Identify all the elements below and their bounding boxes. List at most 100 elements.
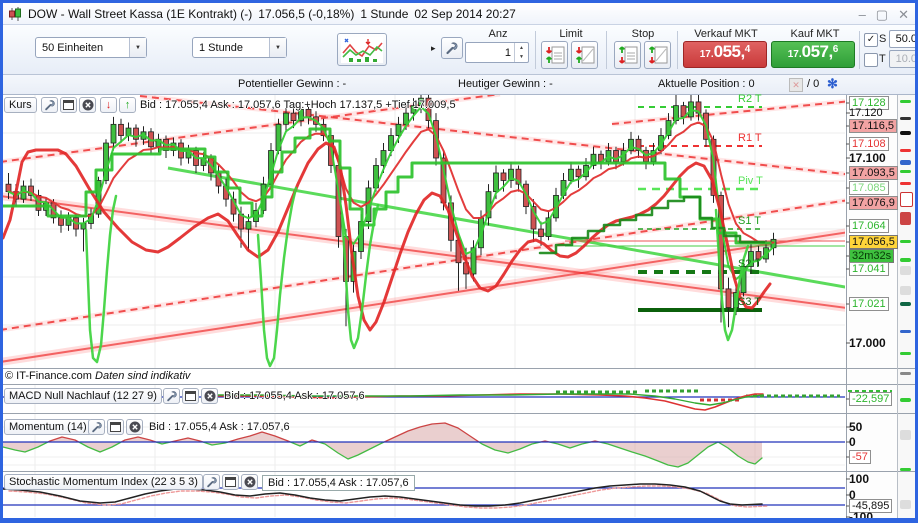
window-quote: 17.056,5 (-0,18%) [258,6,355,21]
price-axis-label: 17.100 [849,151,886,165]
copyright-note: © IT-Finance.com Daten sind indikativ [5,370,191,382]
macd-settings-button[interactable] [163,388,180,404]
price-axis-label: 17.120 [849,107,883,119]
stop-buy-order-button[interactable] [614,41,641,69]
timeframe-dropdown[interactable]: 1 Stunde ▼ [192,37,287,58]
close-icon [204,390,215,402]
momentum-close-button[interactable] [126,419,143,435]
overview-strip-mark [900,240,911,243]
overview-strip-mark [900,266,911,275]
window-icon [185,391,196,401]
window-title: DOW - Wall Street Kassa (1E Kontrakt) (-… [28,6,253,21]
price-axis-label: 17.041 [849,262,889,276]
settings-wrench-button[interactable] [441,37,463,59]
overview-strip-mark [900,302,911,306]
toolbar-separator [606,31,607,69]
chevron-down-icon: ▼ [129,38,146,57]
qty-label: Anz [488,28,508,40]
overview-strip-mark [900,160,911,165]
macd-pane-title-chip[interactable]: MACD Null Nachlauf (12 27 9) [4,388,162,404]
take-profit-checkbox[interactable] [864,53,878,67]
limit-sell-order-icon [575,46,594,64]
price-axis-label: 17.000 [849,336,886,350]
wrench-icon [44,100,55,111]
stop-loss-value-stepper[interactable]: 50.0 ▲ ▼ [889,30,918,48]
buy-mkt-label: Kauf MKT [790,28,840,40]
buy-market-button[interactable]: 17. 057, 6 [771,41,855,68]
stop-loss-checkbox[interactable]: ✓ [864,33,878,47]
price-pane-title-chip[interactable]: Kurs [4,97,37,113]
limit-buy-order-button[interactable] [541,41,568,69]
stoch-settings-button[interactable] [203,474,220,490]
window-icon [110,422,121,432]
overview-strip-mark [900,372,911,375]
take-profit-checkbox-label: T [879,53,886,65]
stoch-close-button[interactable] [241,474,258,490]
close-button[interactable]: ✕ [898,8,909,21]
price-axis-label: 17.085 [849,181,889,195]
close-position-disabled-icon: ✕ [789,78,803,92]
momentum-pane-title-chip[interactable]: Momentum (14) [4,419,92,435]
momentum-detach-button[interactable] [107,419,124,435]
titlebar[interactable]: DOW - Wall Street Kassa (1E Kontrakt) (-… [3,3,915,25]
spin-up-icon[interactable]: ▲ [515,43,528,53]
macd-detach-button[interactable] [182,388,199,404]
macd-close-button[interactable] [201,388,218,404]
stop-sell-order-icon [648,46,667,64]
wrench-icon [446,42,458,55]
stoch-pane-title-chip[interactable]: Stochastic Momentum Index (22 3 5 3) [4,474,203,490]
sell-market-button[interactable]: 17. 055, 4 [683,41,767,68]
wrench-icon [206,477,217,488]
stop-sell-order-button[interactable] [644,41,671,69]
price-axis-label: 17.021 [849,297,889,311]
indicator-scale-label: -57 [849,450,871,464]
wrench-icon [91,422,102,433]
arrow-up-icon: ↑ [124,99,131,111]
window-icon [63,100,74,110]
overview-strip-mark [900,100,911,103]
momentum-settings-button[interactable] [88,419,105,435]
chevron-down-icon: ▼ [269,38,286,57]
indicator-scale-label: 0 [849,435,856,449]
chart-style-button[interactable] [337,33,387,66]
sell-arrow-button[interactable]: ↓ [100,97,117,113]
mini-chart-icon [341,36,383,63]
spin-down-icon[interactable]: ▼ [515,53,528,63]
overview-strip-mark [900,352,911,355]
stoch-detach-button[interactable] [222,474,239,490]
price-pane-detach-button[interactable] [60,97,77,113]
stop-buy-order-icon [618,46,637,64]
limit-sell-order-button[interactable] [571,41,598,69]
take-profit-value-stepper: 10.0 ▲ ▼ [889,50,918,68]
maximize-button[interactable]: ▢ [876,8,888,21]
window-controls: – ▢ ✕ [859,3,909,25]
overview-strip-mark [900,500,911,509]
price-pane-settings-button[interactable] [41,97,58,113]
indicator-scale-label: -22,597 [849,392,893,406]
close-icon [129,421,140,433]
price-axis-label: 17.076,9 [849,196,898,210]
stop-label: Stop [631,28,655,40]
buy-arrow-button[interactable]: ↑ [119,97,136,113]
pivot-line-label: Piv T [738,175,763,187]
pivot-line-label: S2 T [738,258,762,270]
price-pane-close-button[interactable] [79,97,96,113]
window-datetime: 02 Sep 2014 20:27 [414,6,516,21]
overview-strip-mark [900,117,911,120]
account-info-bar: Potentieller Gewinn : - Heutiger Gewinn … [3,75,915,95]
close-icon [244,476,255,488]
spinner-arrows[interactable]: ▲ ▼ [514,43,528,62]
quantity-stepper[interactable]: 1 ▲ ▼ [465,42,529,63]
overview-strip-mark [900,212,911,225]
indicator-scale-label: 100 [849,472,870,486]
units-dropdown[interactable]: 50 Einheiten ▼ [35,37,147,58]
overview-strip-mark [900,468,911,471]
overview-strip-mark [900,170,911,173]
window-border-bottom [0,518,918,523]
overview-strip-mark [900,131,911,135]
position-settings-gear-icon[interactable]: ✻ [827,76,838,92]
minimize-button[interactable]: – [859,8,866,21]
panel-expand-arrow[interactable]: ▸ [431,43,436,54]
position-suffix: / 0 [807,78,820,90]
today-gain-label: Heutiger Gewinn : - [458,78,553,90]
